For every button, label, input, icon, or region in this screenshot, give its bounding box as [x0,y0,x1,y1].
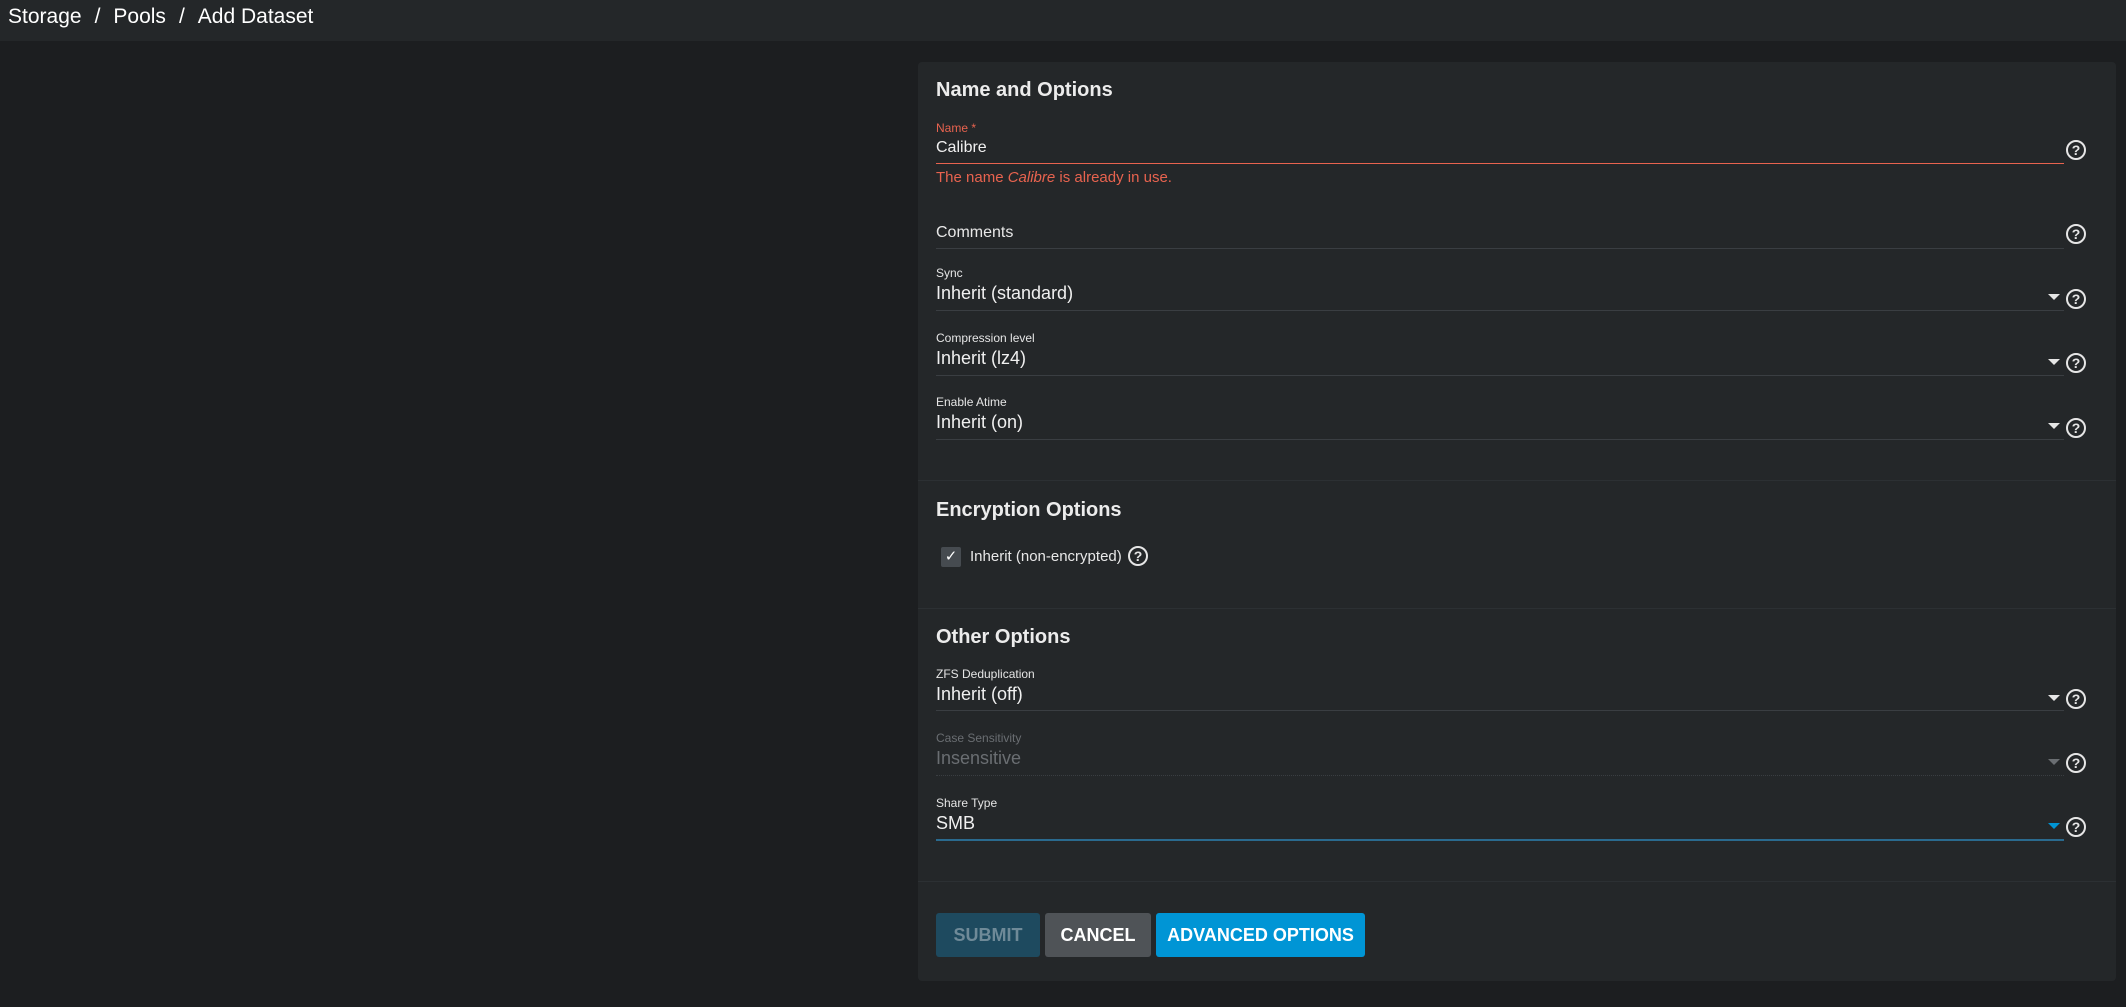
encryption-inherit-label[interactable]: Inherit (non-encrypted) [970,548,1122,565]
name-input[interactable]: Calibre [936,139,987,157]
caret-down-icon[interactable] [2048,294,2060,300]
help-icon[interactable]: ? [2066,224,2086,244]
section-divider [918,881,2116,882]
share-type-select[interactable]: SMB [936,813,975,834]
case-sensitivity-select: Insensitive [936,748,1022,768]
error-prefix: The name [936,169,1008,186]
name-input-underline [936,163,2064,164]
help-icon[interactable]: ? [2066,418,2086,438]
dedup-underline [936,710,2064,711]
compression-label: Compression level [936,331,1035,345]
help-icon[interactable]: ? [2066,817,2086,837]
atime-underline [936,439,2064,440]
error-suffix: is already in use. [1055,169,1172,186]
caret-down-icon [2048,759,2060,765]
help-icon[interactable]: ? [2066,753,2086,773]
section-title-name-options: Name and Options [936,79,1113,101]
case-sensitivity-underline [936,775,2064,777]
comments-input[interactable]: Comments [936,224,1013,242]
caret-down-icon[interactable] [2048,823,2060,829]
section-divider [918,480,2116,481]
help-icon[interactable]: ? [1128,546,1148,566]
sync-underline [936,310,2064,311]
sync-label: Sync [936,266,963,280]
error-name: Calibre [1007,169,1056,186]
breadcrumb: Storage / Pools / Add Dataset [8,5,313,29]
atime-select[interactable]: Inherit (on) [936,412,1023,433]
dedup-select[interactable]: Inherit (off) [936,684,1023,705]
breadcrumb-separator: / [178,5,185,28]
section-title-encryption: Encryption Options [936,499,1122,521]
top-bar: Storage / Pools / Add Dataset [0,0,2126,41]
submit-button[interactable]: SUBMIT [936,913,1040,957]
section-divider [918,608,2116,609]
atime-label: Enable Atime [936,395,1007,409]
sync-select[interactable]: Inherit (standard) [936,283,1073,304]
check-icon: ✓ [944,548,958,565]
breadcrumb-add-dataset: Add Dataset [197,5,314,28]
share-type-label: Share Type [936,796,998,810]
share-type-underline [936,839,2064,841]
name-error-message: The name Calibre is already in use. [936,169,1172,186]
breadcrumb-storage[interactable]: Storage [8,5,82,28]
case-sensitivity-label: Case Sensitivity [936,731,1022,745]
name-field-label: Name * [936,121,977,135]
help-icon[interactable]: ? [2066,289,2086,309]
help-icon[interactable]: ? [2066,689,2086,709]
help-icon[interactable]: ? [2066,353,2086,373]
cancel-button[interactable]: CANCEL [1045,913,1151,957]
compression-underline [936,375,2064,376]
breadcrumb-pools[interactable]: Pools [113,5,166,28]
caret-down-icon[interactable] [2048,359,2060,365]
encryption-inherit-checkbox[interactable]: ✓ [941,547,961,567]
caret-down-icon[interactable] [2048,423,2060,429]
advanced-options-button[interactable]: ADVANCED OPTIONS [1156,913,1365,957]
comments-underline [936,248,2064,249]
breadcrumb-separator: / [94,5,101,28]
caret-down-icon[interactable] [2048,695,2060,701]
dedup-label: ZFS Deduplication [936,667,1035,681]
section-title-other: Other Options [936,626,1071,648]
help-icon[interactable]: ? [2066,140,2086,160]
compression-select[interactable]: Inherit (lz4) [936,348,1026,369]
add-dataset-form: Name and Options Name * Calibre ? The na… [918,62,2116,981]
